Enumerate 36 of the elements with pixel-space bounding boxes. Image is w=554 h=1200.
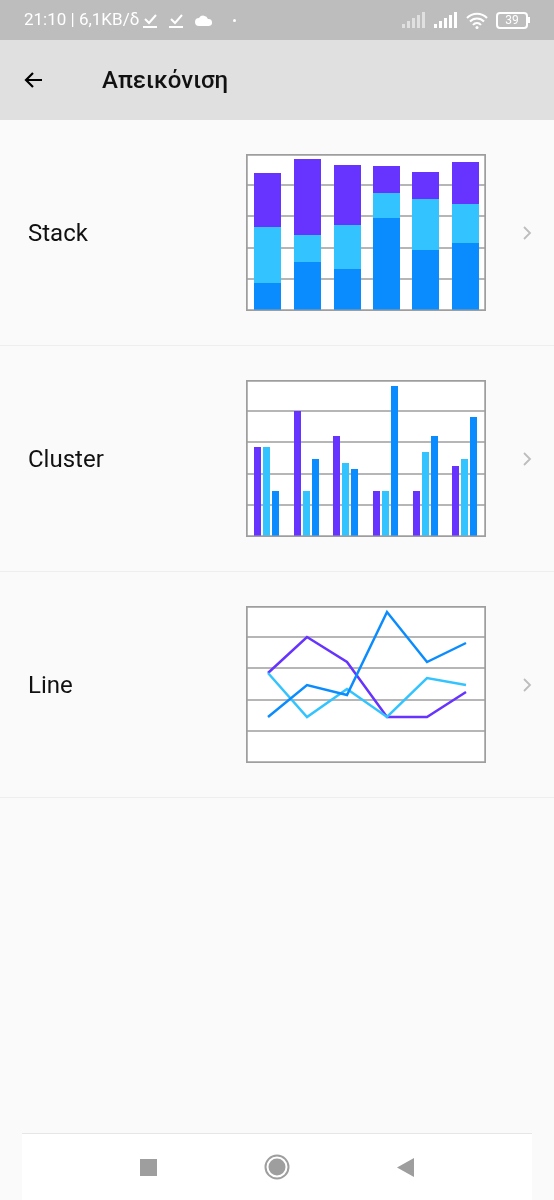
bar-segment — [334, 165, 361, 225]
signal-icon — [434, 12, 458, 28]
dot-icon — [233, 18, 237, 22]
status-time: 21:10 | 6,1KB/δ — [24, 8, 140, 32]
chart-type-label: Cluster — [28, 443, 105, 475]
bar-segment — [412, 250, 439, 311]
cloud-icon — [195, 14, 214, 26]
bar — [452, 466, 459, 537]
bar — [272, 491, 279, 537]
chevron-right-icon — [522, 676, 532, 693]
bar — [351, 469, 358, 537]
download-done-icon — [169, 12, 184, 28]
back-icon[interactable] — [397, 1157, 414, 1177]
bar-segment — [254, 173, 281, 227]
chart-type-row[interactable]: Cluster — [0, 346, 554, 572]
bar-segment — [373, 166, 400, 193]
download-done-icon — [143, 12, 158, 28]
battery-level: 39 — [496, 11, 528, 29]
recents-icon[interactable] — [140, 1158, 157, 1176]
bar — [373, 491, 380, 537]
chart-type-row[interactable]: Stack — [0, 120, 554, 346]
home-icon[interactable] — [264, 1154, 290, 1180]
bar — [382, 491, 389, 537]
page-title: Απεικόνιση — [102, 65, 229, 96]
bar — [303, 491, 310, 537]
bar-segment — [334, 225, 361, 269]
chevron-right-icon — [522, 450, 532, 467]
bar-segment — [452, 162, 479, 204]
wifi-icon — [466, 11, 488, 29]
signal-icon — [402, 12, 426, 28]
bar-segment — [334, 269, 361, 311]
chevron-right-icon — [522, 224, 532, 241]
chart-type-row[interactable]: Line — [0, 572, 554, 798]
chart-type-label: Stack — [28, 217, 89, 249]
chart-type-label: Line — [28, 669, 74, 701]
bar — [413, 491, 420, 537]
